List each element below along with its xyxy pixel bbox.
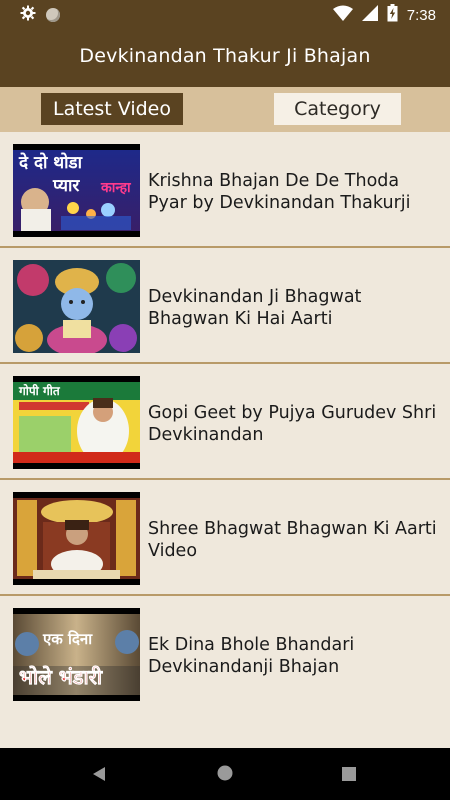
thumb-text: दे दो थोडा — [18, 152, 83, 173]
thumb-text: एक दिना — [42, 630, 93, 648]
signal-icon — [361, 5, 378, 25]
battery-charging-icon — [387, 4, 398, 26]
thumb-text: गोपी गीत — [18, 384, 61, 398]
tab-bar: Latest Video Category — [0, 87, 450, 132]
circle-icon — [46, 8, 60, 22]
video-thumbnail[interactable]: एक दिना भोले भंडारी — [13, 608, 140, 701]
home-icon[interactable] — [217, 765, 233, 785]
video-list[interactable]: दे दो थोडा प्यार कान्हा Krishna Bhajan D… — [0, 132, 450, 748]
back-icon[interactable] — [92, 766, 106, 786]
thumb-text: भोले भंडारी — [19, 665, 103, 689]
wifi-icon — [332, 5, 353, 25]
list-item[interactable]: दे दो थोडा प्यार कान्हा Krishna Bhajan D… — [0, 132, 450, 248]
video-title[interactable]: Gopi Geet by Pujya Gurudev Shri Devkinan… — [148, 402, 443, 446]
gear-icon — [20, 5, 36, 25]
recents-icon[interactable] — [342, 766, 356, 785]
list-item[interactable]: Shree Bhagwat Bhagwan Ki Aarti Video — [0, 480, 450, 596]
list-item[interactable]: एक दिना भोले भंडारी Ek Dina Bhole Bhanda… — [0, 596, 450, 712]
app-title: Devkinandan Thakur Ji Bhajan — [79, 45, 371, 67]
video-thumbnail[interactable]: दे दो थोडा प्यार कान्हा — [13, 144, 140, 237]
video-thumbnail[interactable]: गोपी गीत — [13, 376, 140, 469]
tab-latest-video[interactable]: Latest Video — [41, 93, 183, 125]
app-bar: Devkinandan Thakur Ji Bhajan — [0, 28, 450, 87]
video-title[interactable]: Devkinandan Ji Bhagwat Bhagwan Ki Hai Aa… — [148, 286, 443, 330]
thumb-text: प्यार — [52, 176, 80, 196]
status-bar: 7:38 — [0, 0, 450, 28]
thumb-text: कान्हा — [100, 180, 132, 196]
navigation-bar — [0, 748, 450, 800]
clock: 7:38 — [406, 6, 436, 24]
video-thumbnail[interactable] — [13, 260, 140, 353]
video-title[interactable]: Ek Dina Bhole Bhandari Devkinandanji Bha… — [148, 634, 443, 678]
list-item[interactable]: Devkinandan Ji Bhagwat Bhagwan Ki Hai Aa… — [0, 248, 450, 364]
tab-category[interactable]: Category — [274, 93, 401, 125]
video-title[interactable]: Shree Bhagwat Bhagwan Ki Aarti Video — [148, 518, 443, 562]
list-item[interactable]: गोपी गीत Gopi Geet by Pujya Gurudev Shri… — [0, 364, 450, 480]
video-title[interactable]: Krishna Bhajan De De Thoda Pyar by Devki… — [148, 170, 443, 214]
video-thumbnail[interactable] — [13, 492, 140, 585]
